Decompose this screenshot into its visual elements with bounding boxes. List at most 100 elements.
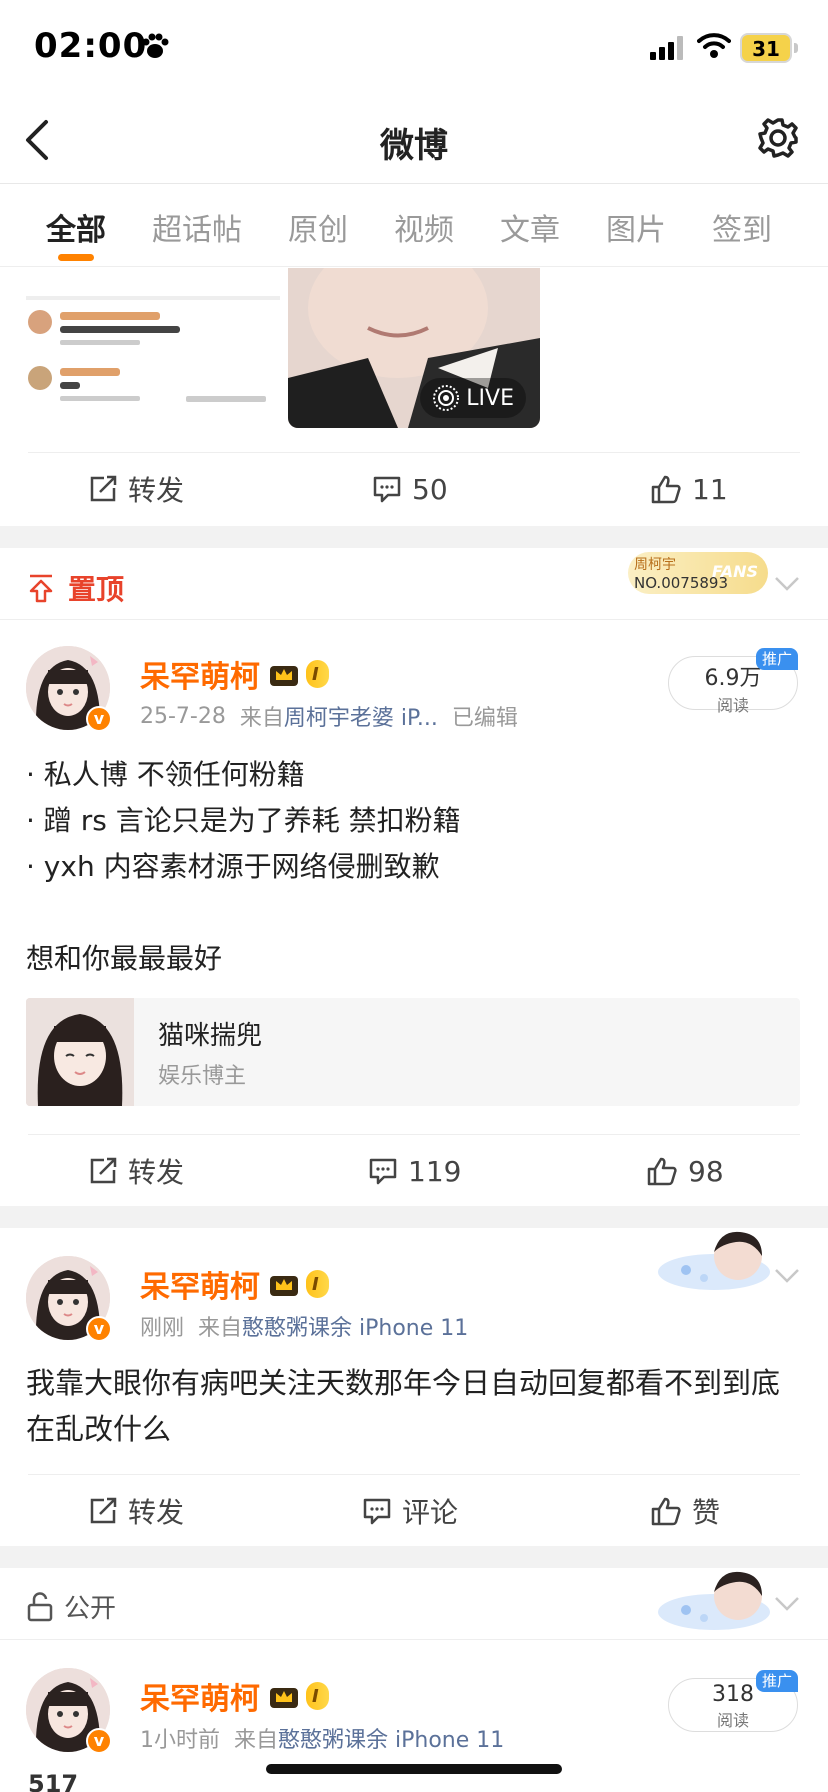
repost-icon <box>90 1497 117 1524</box>
edited-label: 已编辑 <box>451 706 518 731</box>
post-tagline: 想和你最最最好 <box>26 942 223 975</box>
like-count: 11 <box>692 472 728 506</box>
profile-card[interactable]: 猫咪揣兜 娱乐博主 <box>26 998 800 1106</box>
level-badge: I <box>306 1682 329 1710</box>
comment-button[interactable]: 119 <box>368 1135 461 1207</box>
filter-tabs: 全部 超话帖 原创 视频 文章 图片 签到 <box>0 185 828 267</box>
profile-card-title: 猫咪揣兜 <box>158 1020 263 1051</box>
comment-icon <box>363 1498 391 1525</box>
verified-badge: v <box>86 706 112 732</box>
profile-card-subtitle: 娱乐博主 <box>158 1063 247 1089</box>
repost-label: 转发 <box>128 1156 185 1189</box>
tab-original[interactable]: 原创 <box>288 205 348 249</box>
post1-user-line: 呆罕萌柯 I <box>140 652 329 696</box>
live-label: LIVE <box>466 385 514 411</box>
chevron-down-icon[interactable] <box>774 576 800 592</box>
chevron-down-icon[interactable] <box>774 1268 800 1284</box>
comment-icon <box>369 1158 397 1185</box>
fans-badge[interactable]: 周柯宇 NO.0075893 FANS <box>628 552 768 594</box>
promo-badge: 推广 <box>756 648 798 670</box>
section-divider <box>0 1546 828 1568</box>
truncated-post-text: 517 <box>28 1770 79 1792</box>
post1-meta: 25-7-28 来自 周柯宇老婆 iP... 已编辑 <box>140 700 518 732</box>
comment-count: 119 <box>408 1154 462 1188</box>
tab-article[interactable]: 文章 <box>500 205 560 249</box>
wifi-icon <box>697 33 731 58</box>
active-tab-indicator <box>58 254 94 261</box>
username[interactable]: 呆罕萌柯 <box>140 1674 260 1718</box>
tab-super-topic[interactable]: 超话帖 <box>152 205 242 249</box>
from-label: 来自 <box>239 706 284 731</box>
post-line: · yxh 内容素材源于网络侵删致歉 <box>26 850 440 883</box>
comment-label: 评论 <box>402 1496 459 1529</box>
nav-bar: 微博 <box>0 96 828 184</box>
section-divider <box>0 1206 828 1228</box>
crown-icon <box>270 1688 298 1708</box>
comment-button[interactable]: 50 <box>372 453 448 525</box>
repost-icon <box>90 475 117 502</box>
post1-action-bar: 转发 119 98 <box>28 1134 800 1206</box>
unlock-icon <box>27 1591 53 1621</box>
post-time: 1小时前 <box>140 1728 220 1753</box>
profile-card-image <box>26 998 134 1106</box>
post-source[interactable]: 周柯宇老婆 iP... <box>284 700 438 732</box>
username[interactable]: 呆罕萌柯 <box>140 652 260 696</box>
comment-icon <box>373 476 401 503</box>
post-time: 刚刚 <box>140 1316 185 1341</box>
like-button[interactable]: 11 <box>650 453 728 525</box>
post0-action-bar: 转发 50 11 <box>28 452 800 524</box>
battery-level: 31 <box>752 37 780 61</box>
visibility-label: 公开 <box>64 1594 117 1624</box>
from-label: 来自 <box>198 1316 243 1341</box>
thumbs-up-icon <box>647 1157 677 1186</box>
repost-button[interactable]: 转发 <box>88 453 184 525</box>
profile-card-text: 猫咪揣兜 娱乐博主 <box>158 1015 262 1090</box>
gear-icon[interactable] <box>756 116 800 160</box>
home-indicator[interactable] <box>266 1764 562 1774</box>
read-label: 阅读 <box>716 696 749 715</box>
like-button[interactable]: 98 <box>646 1135 724 1207</box>
read-label: 阅读 <box>716 1711 749 1730</box>
post2-meta: 刚刚 来自 憨憨粥课余 iPhone 11 <box>140 1310 468 1342</box>
live-photo-icon <box>433 385 460 411</box>
battery-indicator: 31 <box>740 33 792 63</box>
like-button[interactable]: 赞 <box>650 1475 720 1547</box>
cellular-signal-icon <box>650 36 683 60</box>
from-label: 来自 <box>234 1728 279 1753</box>
post2-user-line: 呆罕萌柯 I <box>140 1262 329 1306</box>
comment-count: 50 <box>412 472 448 506</box>
live-photo[interactable]: LIVE <box>288 268 540 428</box>
repost-button[interactable]: 转发 <box>88 1475 184 1547</box>
pin-top-icon <box>29 574 53 603</box>
post-source[interactable]: 憨憨粥课余 iPhone 11 <box>278 1722 504 1754</box>
post1-body: · 私人博 不领任何粉籍 · 蹭 rs 言论只是为了养耗 禁扣粉籍 · yxh … <box>26 752 796 982</box>
live-badge: LIVE <box>420 378 526 418</box>
post2-text: 我靠大眼你有病吧关注天数那年今日自动回复都看不到到底在乱改什么 <box>26 1366 781 1446</box>
repost-label: 转发 <box>128 1496 185 1529</box>
level-badge: I <box>306 660 329 688</box>
comment-screenshot-image[interactable] <box>26 268 280 428</box>
post2-action-bar: 转发 评论 赞 <box>28 1474 800 1546</box>
battery-tip <box>794 43 798 53</box>
thumbs-up-icon <box>651 475 681 504</box>
comment-button[interactable]: 评论 <box>362 1475 458 1547</box>
decorative-sticker <box>658 1571 770 1630</box>
repost-label: 转发 <box>128 474 185 507</box>
tab-video[interactable]: 视频 <box>394 205 454 249</box>
post-line: · 蹭 rs 言论只是为了养耗 禁扣粉籍 <box>26 804 461 837</box>
tab-checkin[interactable]: 签到 <box>712 205 772 249</box>
pinned-label-group: 置顶 <box>26 568 124 608</box>
like-count: 98 <box>688 1154 724 1188</box>
paw-icon <box>142 33 169 58</box>
promo-badge: 推广 <box>756 1670 798 1692</box>
post3-meta: 1小时前 来自 憨憨粥课余 iPhone 11 <box>140 1722 504 1754</box>
status-bar: 02:00 31 <box>0 0 828 96</box>
tab-image[interactable]: 图片 <box>606 205 666 249</box>
crown-icon <box>270 1276 298 1296</box>
tab-all[interactable]: 全部 <box>46 205 106 249</box>
like-label: 赞 <box>692 1496 721 1529</box>
username[interactable]: 呆罕萌柯 <box>140 1262 260 1306</box>
decorative-sticker <box>658 1231 770 1290</box>
repost-button[interactable]: 转发 <box>88 1135 184 1207</box>
post-source[interactable]: 憨憨粥课余 iPhone 11 <box>242 1310 468 1342</box>
